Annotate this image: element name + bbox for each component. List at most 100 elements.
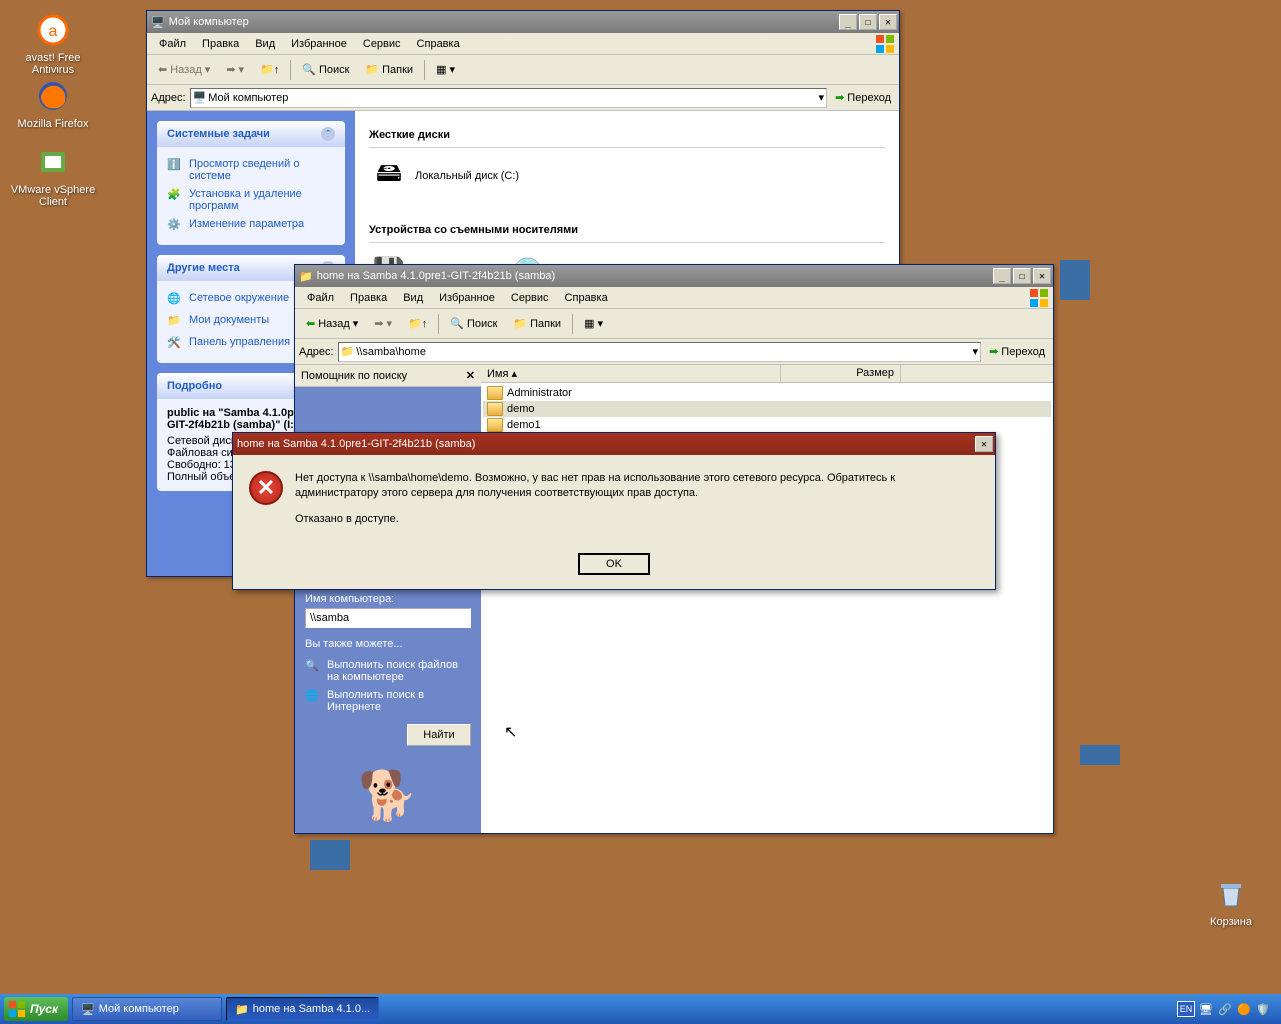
column-name[interactable]: Имя ▴ [481, 365, 781, 382]
menu-file[interactable]: Файл [299, 290, 342, 306]
menu-help[interactable]: Справка [409, 36, 468, 52]
tray-vm-icon[interactable]: 🖥 [1198, 1001, 1214, 1017]
titlebar[interactable]: 🖥️ Мой компьютер _ ☐ ✕ [147, 11, 899, 33]
desktop-icon-vmware[interactable]: VMware vSphere Client [8, 144, 98, 208]
column-size[interactable]: Размер [781, 365, 901, 382]
section-removable: Устройства со съемными носителями [369, 220, 885, 243]
language-indicator[interactable]: EN [1177, 1001, 1195, 1017]
minimize-button[interactable]: _ [839, 14, 857, 30]
menu-favorites[interactable]: Избранное [431, 290, 503, 306]
address-label: Адрес: [299, 346, 334, 358]
chevron-down-icon[interactable]: ▾ [973, 345, 979, 358]
firefox-icon [35, 78, 71, 114]
menu-edit[interactable]: Правка [194, 36, 247, 52]
titlebar[interactable]: 📁 home на Samba 4.1.0pre1-GIT-2f4b21b (s… [295, 265, 1053, 287]
settings-icon: ⚙️ [167, 218, 183, 234]
address-combo[interactable]: 🖥️ ▾ [190, 88, 828, 108]
hdd-icon: 🖴 [369, 158, 409, 194]
go-arrow-icon: ➡ [989, 345, 998, 358]
recycle-bin-icon [1213, 876, 1249, 912]
minimize-button[interactable]: _ [993, 268, 1011, 284]
menu-help[interactable]: Справка [557, 290, 616, 306]
menu-view[interactable]: Вид [247, 36, 283, 52]
search-button[interactable]: 🔍Поиск [295, 59, 356, 81]
address-combo[interactable]: 📁 ▾ [338, 342, 982, 362]
search-icon: 🔍 [450, 317, 464, 330]
go-button[interactable]: ➡Переход [985, 345, 1049, 358]
addressbar: Адрес: 🖥️ ▾ ➡Переход [147, 85, 899, 111]
menu-edit[interactable]: Правка [342, 290, 395, 306]
computer-name-input[interactable] [305, 608, 471, 628]
menu-tools[interactable]: Сервис [355, 36, 409, 52]
search-files-link[interactable]: 🔍Выполнить поиск файлов на компьютере [305, 656, 471, 686]
back-button[interactable]: ⬅Назад▾ [151, 59, 217, 81]
address-input[interactable] [208, 92, 816, 104]
panel-header[interactable]: Системные задачиˆ [157, 121, 345, 147]
folder-up-icon: 📁↑ [260, 63, 279, 76]
desktop-icon-avast[interactable]: a avast! Free Antivirus [8, 12, 98, 76]
folder-demo[interactable]: demo [483, 401, 1051, 417]
task-control-panel[interactable]: ⚙️Изменение параметра [167, 215, 335, 237]
folders-button[interactable]: 📁Папки [358, 59, 420, 81]
menubar: Файл Правка Вид Избранное Сервис Справка [147, 33, 899, 55]
folders-icon: 📁 [365, 63, 379, 76]
folders-button[interactable]: 📁Папки [506, 313, 568, 335]
maximize-button[interactable]: ☐ [1013, 268, 1031, 284]
menu-tools[interactable]: Сервис [503, 290, 557, 306]
taskbar-my-computer[interactable]: 🖥️Мой компьютер [72, 997, 222, 1021]
forward-button[interactable]: ➡▾ [367, 313, 399, 335]
forward-button[interactable]: ➡▾ [219, 59, 251, 81]
forward-arrow-icon: ➡ [374, 317, 383, 330]
drive-local-c[interactable]: 🖴Локальный диск (C:) [369, 158, 519, 194]
up-button[interactable]: 📁↑ [253, 59, 286, 81]
tray-network-icon[interactable]: 🔗 [1217, 1001, 1233, 1017]
computer-icon: 🖥️ [81, 1003, 95, 1016]
windows-logo-icon [875, 34, 895, 54]
folder-demo1[interactable]: demo1 [483, 417, 1051, 433]
views-icon: ▦ [436, 63, 446, 76]
dialog-titlebar[interactable]: home на Samba 4.1.0pre1-GIT-2f4b21b (sam… [233, 433, 995, 455]
tray-avast-icon[interactable]: 🟠 [1236, 1001, 1252, 1017]
search-button[interactable]: 🔍Поиск [443, 313, 504, 335]
menu-view[interactable]: Вид [395, 290, 431, 306]
folder-icon [487, 402, 503, 416]
ok-button[interactable]: OK [578, 553, 650, 575]
svg-text:a: a [49, 23, 58, 40]
find-button[interactable]: Найти [407, 724, 471, 746]
tray-shield-icon[interactable]: 🛡️ [1255, 1001, 1271, 1017]
chevron-down-icon[interactable]: ▾ [819, 91, 825, 104]
desktop-icon-recycle[interactable]: Корзина [1186, 876, 1276, 928]
search-internet-link[interactable]: 🌐Выполнить поиск в Интернете [305, 686, 471, 716]
sort-asc-icon: ▴ [512, 368, 518, 380]
menu-favorites[interactable]: Избранное [283, 36, 355, 52]
task-add-remove[interactable]: 🧩Установка и удаление программ [167, 185, 335, 215]
views-button[interactable]: ▦▾ [429, 59, 462, 81]
network-icon: 🌐 [167, 292, 183, 308]
toolbar: ⬅Назад▾ ➡▾ 📁↑ 🔍Поиск 📁Папки ▦▾ [147, 55, 899, 85]
folder-icon [487, 418, 503, 432]
start-button[interactable]: Пуск [4, 997, 68, 1021]
desktop-icon-firefox[interactable]: Mozilla Firefox [8, 78, 98, 130]
views-button[interactable]: ▦▾ [577, 313, 610, 335]
back-arrow-icon: ⬅ [158, 63, 167, 76]
up-button[interactable]: 📁↑ [401, 313, 434, 335]
taskbar-samba-home[interactable]: 📁home на Samba 4.1.0... [226, 997, 379, 1021]
window-title: Мой компьютер [169, 16, 835, 28]
address-input[interactable] [356, 346, 970, 358]
address-label: Адрес: [151, 92, 186, 104]
search-dog-icon: 🐕 [358, 773, 418, 821]
windows-logo-icon [8, 1000, 26, 1018]
close-button[interactable]: ✕ [1033, 268, 1051, 284]
task-system-info[interactable]: ℹ️Просмотр сведений о системе [167, 155, 335, 185]
close-button[interactable]: ✕ [879, 14, 897, 30]
desktop-icon-label: Корзина [1186, 916, 1276, 928]
chevron-down-icon: ▾ [387, 317, 393, 330]
menu-file[interactable]: Файл [151, 36, 194, 52]
toolbar: ⬅Назад▾ ➡▾ 📁↑ 🔍Поиск 📁Папки ▦▾ [295, 309, 1053, 339]
close-icon[interactable]: ✕ [466, 369, 475, 382]
folder-administrator[interactable]: Administrator [483, 385, 1051, 401]
maximize-button[interactable]: ☐ [859, 14, 877, 30]
back-button[interactable]: ⬅Назад▾ [299, 313, 365, 335]
close-button[interactable]: ✕ [975, 436, 993, 452]
go-button[interactable]: ➡Переход [831, 91, 895, 104]
